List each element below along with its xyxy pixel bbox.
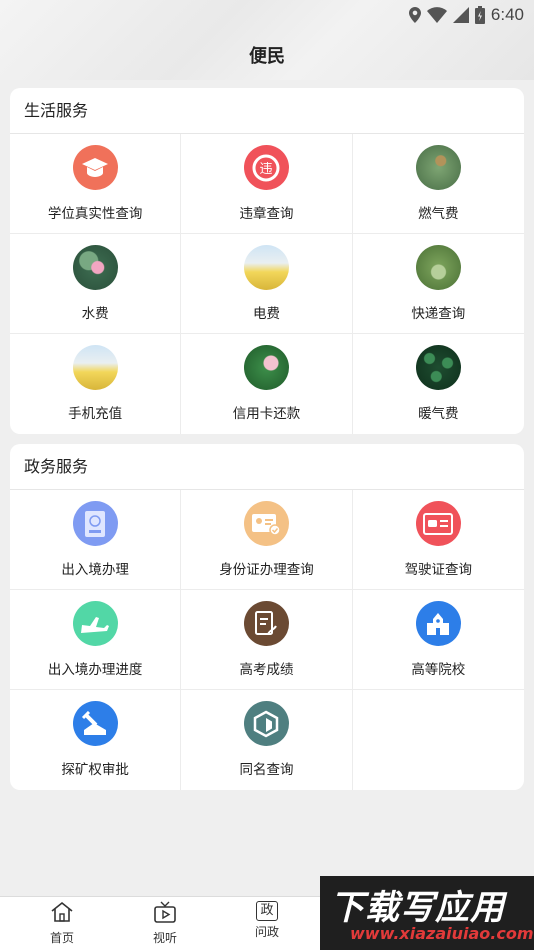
cube-icon (243, 701, 289, 746)
watermark-title: 下载写应用 (330, 888, 505, 928)
gov-service-label: 出入境办理进度 (47, 662, 143, 678)
signal-icon (452, 7, 469, 23)
status-bar: 6:40 (408, 4, 524, 26)
svg-text:违: 违 (260, 162, 273, 177)
gov-service-item-same-name-query[interactable]: 同名查询 (181, 690, 353, 790)
zheng-icon: 政 (256, 901, 278, 921)
life-service-label: 学位真实性查询 (47, 206, 143, 222)
nav-home-label: 首页 (49, 931, 74, 945)
exam-paper-icon (243, 601, 289, 646)
top-bar: 6:40 便民 (0, 0, 534, 80)
nav-media-label: 视听 (152, 931, 177, 945)
life-service-item-gas-fee[interactable]: 燃气费 (352, 134, 524, 234)
gov-service-label: 身份证办理查询 (219, 562, 314, 578)
violation-icon: 违 (243, 145, 289, 190)
battery-icon (474, 6, 485, 24)
airplane-icon (72, 601, 118, 646)
life-service-label: 违章查询 (239, 206, 294, 222)
gov-service-label: 高等院校 (411, 662, 466, 678)
life-service-label: 暖气费 (418, 406, 459, 422)
gov-services-card: 政务服务 出入境办理 身份证办理查询 驾驶证查询 出入境办理进度 高考成绩 高等… (10, 444, 524, 790)
life-service-item-electric-fee[interactable]: 电费 (181, 234, 353, 334)
nav-home[interactable]: 首页 (32, 901, 92, 946)
gov-service-item-universities[interactable]: 高等院校 (352, 590, 524, 690)
gov-service-label: 出入境办理 (61, 562, 129, 578)
passport-icon (72, 501, 118, 546)
flower-field-photo-icon (243, 245, 289, 290)
life-service-label: 电费 (252, 306, 280, 322)
lotus-photo-icon (72, 245, 118, 290)
gov-service-item-mining-approval[interactable]: 探矿权审批 (10, 690, 182, 790)
flower-field-photo-icon (72, 345, 118, 390)
life-services-card: 生活服务 学位真实性查询 违 违章查询 燃气费 水费 电费 快递查询 手机充值 … (10, 88, 524, 434)
gov-service-item-exit-entry[interactable]: 出入境办理 (10, 490, 182, 590)
life-service-label: 快递查询 (411, 306, 466, 322)
life-services-title: 生活服务 (10, 88, 524, 134)
nav-media[interactable]: 视听 (135, 901, 195, 946)
gov-service-item-id-card-query[interactable]: 身份证办理查询 (181, 490, 353, 590)
leaves-photo-icon (415, 345, 461, 390)
life-service-item-water-fee[interactable]: 水费 (10, 234, 182, 334)
life-service-item-violation-query[interactable]: 违 违章查询 (181, 134, 353, 234)
wifi-icon (426, 7, 447, 23)
pink-lotus-photo-icon (243, 345, 289, 390)
dragonfly-photo-icon (415, 145, 461, 190)
life-service-item-express-query[interactable]: 快递查询 (352, 234, 524, 334)
driver-license-icon (415, 501, 461, 546)
gov-service-label: 同名查询 (239, 762, 294, 778)
page-title: 便民 (249, 46, 285, 67)
gov-service-label: 探矿权审批 (61, 762, 129, 778)
gov-service-label: 驾驶证查询 (404, 562, 473, 578)
school-building-icon (415, 601, 461, 646)
watermark-logo: 下载写应用 www.xiazaiuiao.com (320, 876, 534, 950)
mining-icon (72, 701, 118, 746)
life-service-item-degree-verification[interactable]: 学位真实性查询 (10, 134, 182, 234)
life-service-label: 燃气费 (418, 206, 459, 222)
gov-service-item-driver-license[interactable]: 驾驶证查询 (352, 490, 524, 590)
gov-service-empty-cell (353, 690, 524, 790)
tv-icon (153, 901, 177, 927)
gov-service-item-exit-entry-progress[interactable]: 出入境办理进度 (10, 590, 182, 690)
plant-photo-icon (415, 245, 461, 290)
life-service-label: 信用卡还款 (232, 406, 301, 422)
location-icon (408, 7, 421, 23)
life-service-label: 水费 (81, 306, 109, 322)
life-service-label: 手机充值 (68, 406, 123, 422)
nav-inquiry[interactable]: 政 问政 (237, 901, 297, 940)
gov-services-title: 政务服务 (10, 444, 524, 490)
graduation-cap-icon (72, 145, 118, 190)
status-time: 6:40 (490, 5, 524, 24)
home-icon (50, 901, 74, 927)
gov-service-item-gaokao-score[interactable]: 高考成绩 (181, 590, 353, 690)
gov-service-label: 高考成绩 (239, 662, 294, 678)
life-service-item-heating-fee[interactable]: 暖气费 (353, 334, 524, 434)
watermark-url: www.xiazaiuiao.com (350, 924, 534, 943)
life-service-item-phone-recharge[interactable]: 手机充值 (10, 334, 182, 434)
id-card-icon (243, 501, 289, 546)
life-service-item-credit-card-repayment[interactable]: 信用卡还款 (181, 334, 353, 434)
nav-inquiry-label: 问政 (254, 925, 279, 939)
